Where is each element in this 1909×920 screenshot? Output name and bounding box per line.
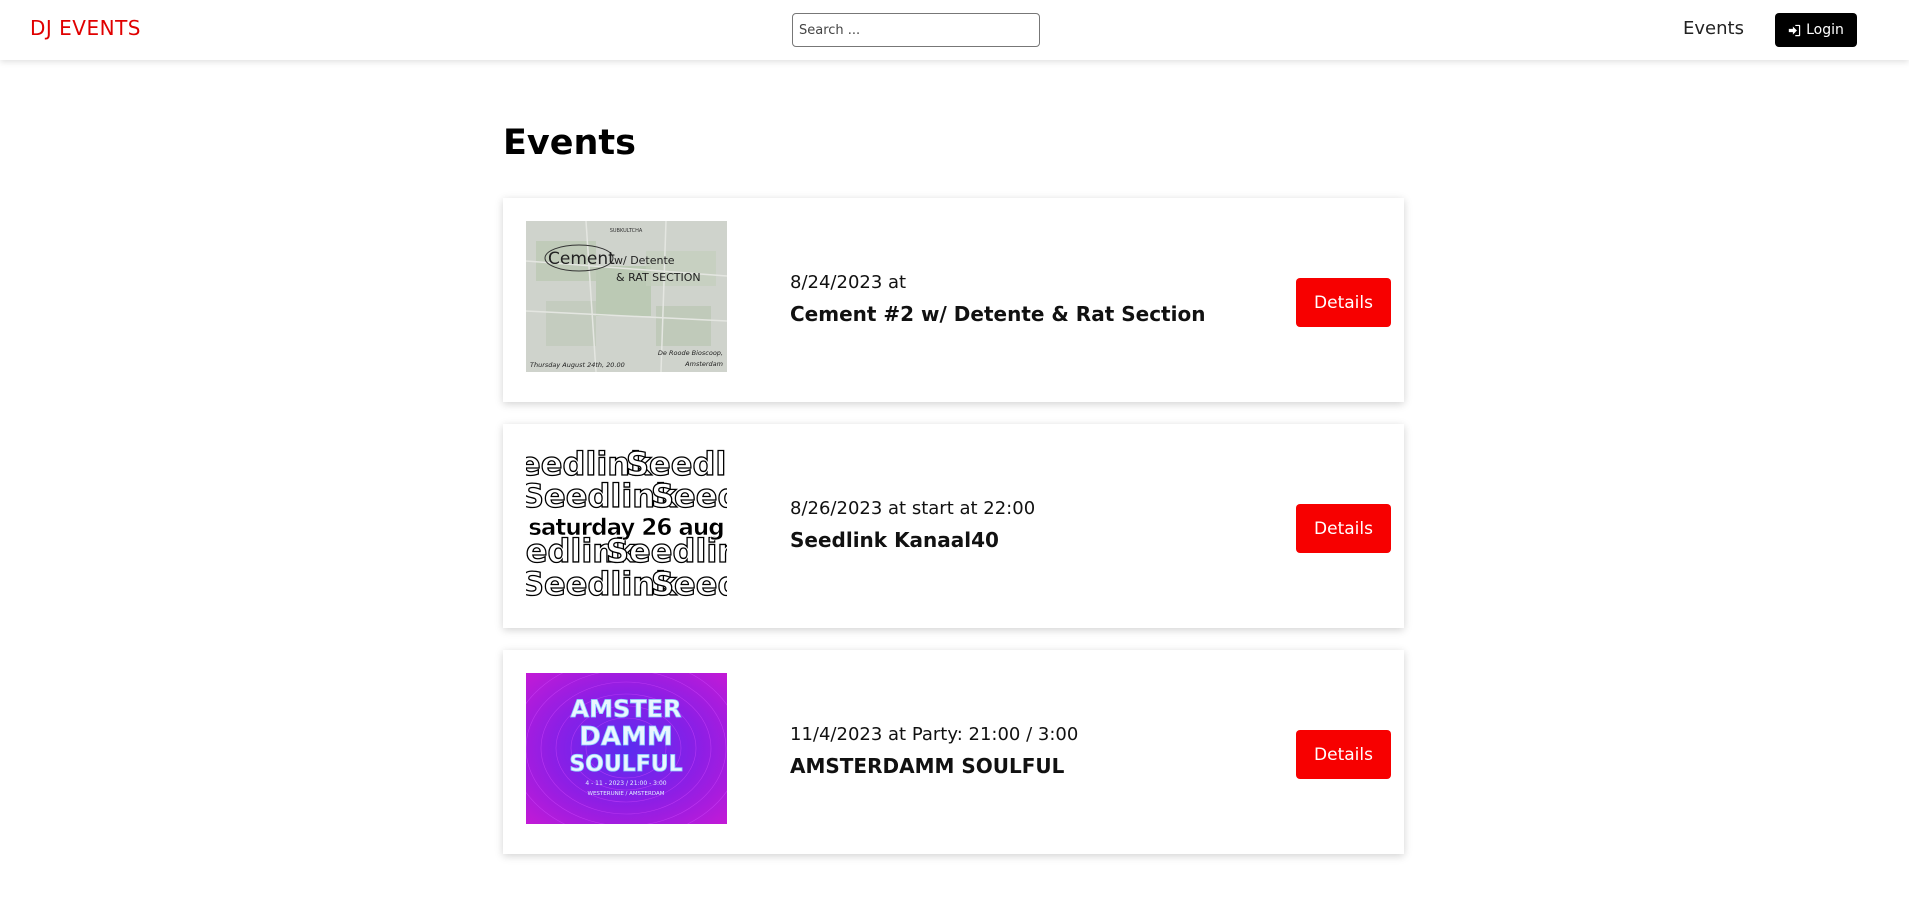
svg-text:saturday 26 aug: saturday 26 aug bbox=[528, 515, 724, 541]
event-date: 8/24/2023 at bbox=[790, 272, 907, 293]
svg-text:SUBKULTCHA: SUBKULTCHA bbox=[610, 228, 643, 234]
event-name: AMSTERDAMM SOULFUL bbox=[790, 754, 1065, 778]
login-button[interactable]: Login bbox=[1775, 13, 1857, 47]
event-name: Seedlink Kanaal40 bbox=[790, 528, 999, 552]
cement-poster: SUBKULTCHA Cement w/ Detente & RAT SECTI… bbox=[526, 221, 727, 372]
event-card: SUBKULTCHA Cement w/ Detente & RAT SECTI… bbox=[503, 198, 1404, 402]
details-button[interactable]: Details bbox=[1296, 278, 1391, 327]
nav-link-events[interactable]: Events bbox=[1683, 18, 1744, 39]
event-date: 8/26/2023 at start at 22:00 bbox=[790, 498, 1036, 519]
login-label: Login bbox=[1806, 22, 1844, 38]
amsterdamm-poster: AMSTER DAMM SOULFUL 4 - 11 - 2023 / 21:0… bbox=[526, 673, 727, 824]
svg-text:Cement: Cement bbox=[548, 249, 615, 269]
seedlink-poster: Seedlink Seedlink Seedlink Seedlink Seed… bbox=[526, 447, 727, 598]
event-card: Seedlink Seedlink Seedlink Seedlink Seed… bbox=[503, 424, 1404, 628]
site-logo[interactable]: DJ EVENTS bbox=[30, 16, 141, 40]
event-poster-image: SUBKULTCHA Cement w/ Detente & RAT SECTI… bbox=[526, 221, 727, 372]
details-button[interactable]: Details bbox=[1296, 504, 1391, 553]
svg-text:AMSTER: AMSTER bbox=[571, 695, 682, 723]
sign-in-icon bbox=[1788, 24, 1801, 36]
svg-text:4 - 11 - 2023 / 21:00 - 3:00: 4 - 11 - 2023 / 21:00 - 3:00 bbox=[585, 780, 666, 787]
event-card: AMSTER DAMM SOULFUL 4 - 11 - 2023 / 21:0… bbox=[503, 650, 1404, 854]
svg-text:WESTERUNIE / AMSTERDAM: WESTERUNIE / AMSTERDAM bbox=[588, 791, 665, 797]
search-input[interactable] bbox=[792, 13, 1040, 47]
details-button[interactable]: Details bbox=[1296, 730, 1391, 779]
svg-text:DAMM: DAMM bbox=[579, 722, 672, 752]
page-title: Events bbox=[503, 123, 636, 163]
svg-text:De Roode Bioscoop,: De Roode Bioscoop, bbox=[658, 349, 723, 357]
svg-text:Thursday August 24th, 20.00: Thursday August 24th, 20.00 bbox=[530, 361, 625, 369]
event-date: 11/4/2023 at Party: 21:00 / 3:00 bbox=[790, 724, 1079, 745]
event-poster-image: Seedlink Seedlink Seedlink Seedlink Seed… bbox=[526, 447, 727, 598]
event-name: Cement #2 w/ Detente & Rat Section bbox=[790, 302, 1206, 326]
svg-text:& RAT SECTION: & RAT SECTION bbox=[616, 271, 701, 284]
event-poster-image: AMSTER DAMM SOULFUL 4 - 11 - 2023 / 21:0… bbox=[526, 673, 727, 824]
svg-text:Seedlink: Seedlink bbox=[651, 565, 727, 598]
svg-text:Seedlink: Seedlink bbox=[651, 477, 727, 515]
svg-text:SOULFUL: SOULFUL bbox=[569, 752, 682, 777]
svg-text:Amsterdam: Amsterdam bbox=[684, 360, 723, 368]
top-navbar: DJ EVENTS Events Login bbox=[0, 0, 1909, 60]
svg-text:w/ Detente: w/ Detente bbox=[614, 254, 675, 267]
